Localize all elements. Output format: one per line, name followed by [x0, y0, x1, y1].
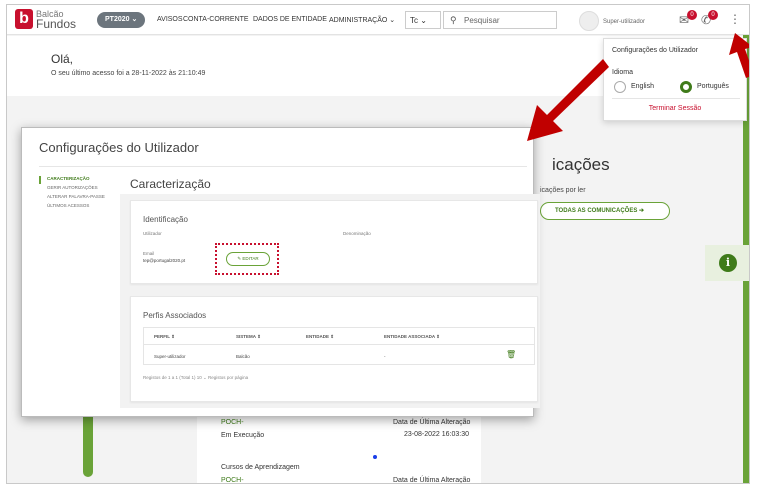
cell-sistema: Balcão: [236, 354, 250, 359]
edit-button[interactable]: ✎ EDITAR: [226, 252, 270, 266]
nav-avisos[interactable]: AVISOS: [157, 16, 183, 23]
nav-dados-entidade[interactable]: DADOS DE ENTIDADE: [253, 16, 327, 23]
card-row4-left[interactable]: POCH-: [221, 477, 244, 483]
card-row2-left: Em Execução: [221, 432, 265, 439]
radio-portugues[interactable]: [680, 81, 692, 93]
trash-icon[interactable]: 🗑: [506, 350, 516, 359]
logout-link[interactable]: Terminar Sessão: [604, 105, 746, 112]
settings-modal: Configurações do Utilizador CARACTERIZAÇ…: [21, 127, 540, 417]
communications-title: icações: [552, 155, 610, 174]
kebab-menu-icon[interactable]: ⋮: [729, 12, 741, 26]
table-footer: Registos de 1 a 1 (Total 1) 10 ⌄ Registo…: [143, 375, 249, 380]
cursor-dot: [373, 455, 377, 459]
last-access-text: O seu último acesso foi a 28-11-2022 às …: [51, 70, 206, 77]
search-icon: ⚲: [450, 15, 457, 25]
nav-conta-corrente[interactable]: CONTA-CORRENTE: [183, 16, 249, 23]
info-panel[interactable]: i: [705, 245, 749, 281]
top-navbar: b Balcão Fundos PT2020 ⌄ AVISOS CONTA-CO…: [7, 5, 749, 35]
logo[interactable]: b Balcão Fundos: [15, 9, 77, 31]
card-row4-right: Data de Última Alteração: [393, 477, 471, 484]
logo-line2: Fundos: [36, 17, 77, 31]
sidebar-item-autorizacoes[interactable]: GERIR AUTORIZAÇÕES: [47, 185, 98, 190]
perfis-card: Perfis Associados PERFIL ⇕ SISTEMA ⇕ ENT…: [130, 296, 538, 402]
language-label: Idioma: [612, 69, 634, 76]
perfis-table: PERFIL ⇕ SISTEMA ⇕ ENTIDADE ⇕ ENTIDADE A…: [143, 327, 535, 365]
cell-perfil: Super-utilizador: [154, 354, 186, 359]
dropdown-divider: [612, 98, 740, 99]
email-label: Email: [143, 251, 155, 256]
identificacao-card: Identificação Utilizador Denominação Ema…: [130, 200, 538, 284]
left-accent-bar: [83, 407, 93, 477]
mail-badge: 0: [687, 10, 697, 20]
user-name: Super-utilizador: [603, 19, 646, 25]
utilizador-label: Utilizador: [143, 231, 162, 236]
sidebar-item-ultimos-acessos[interactable]: ÚLTIMOS ACESSOS: [47, 203, 89, 208]
app-window: b Balcão Fundos PT2020 ⌄ AVISOS CONTA-CO…: [6, 4, 750, 484]
perfis-title: Perfis Associados: [143, 311, 207, 320]
sidebar-item-palavra-passe[interactable]: ALTERAR PALAVRA-PASSE: [47, 194, 105, 199]
section-heading: Caracterização: [130, 177, 211, 191]
modal-divider: [39, 166, 527, 167]
col-entidade-associada[interactable]: ENTIDADE ASSOCIADA ⇕: [384, 334, 440, 340]
col-perfil[interactable]: PERFIL ⇕: [154, 334, 175, 340]
radio-english-label: English: [631, 83, 654, 90]
identificacao-title: Identificação: [143, 215, 188, 224]
tc-select[interactable]: Tc ⌄: [405, 11, 441, 29]
red-arrow-down-left-icon: [527, 59, 609, 141]
all-communications-button[interactable]: TODAS AS COMUNICAÇÕES ➔: [540, 202, 670, 220]
sidebar-item-caracterizacao[interactable]: CARACTERIZAÇÃO: [47, 176, 90, 181]
denominacao-label: Denominação: [343, 231, 371, 236]
card-row1-left[interactable]: POCH-: [221, 419, 244, 426]
avatar[interactable]: [579, 11, 599, 31]
col-entidade[interactable]: ENTIDADE ⇕: [306, 334, 334, 340]
search-input[interactable]: ⚲ Pesquisar: [443, 11, 557, 29]
search-placeholder: Pesquisar: [464, 16, 500, 25]
col-sistema[interactable]: SISTEMA ⇕: [236, 334, 261, 340]
sidebar-active-marker: [39, 176, 41, 184]
radio-english[interactable]: [614, 81, 626, 93]
program-selector[interactable]: PT2020 ⌄: [97, 12, 146, 28]
nav-administracao[interactable]: ADMINISTRAÇÃO ⌄: [329, 16, 395, 24]
info-icon: i: [719, 254, 737, 272]
modal-title: Configurações do Utilizador: [39, 140, 199, 155]
cell-entidade-associada: -: [384, 354, 386, 359]
card-row2-right: 23-08-2022 16:03:30: [404, 431, 469, 438]
dropdown-title[interactable]: Configurações do Utilizador: [612, 47, 698, 54]
notification-badge: 0: [708, 10, 718, 20]
communications-sub: icações por ler: [540, 187, 586, 194]
operations-card: POCH- Data de Última Alteração Em Execuç…: [197, 415, 481, 484]
greeting-title: Olá,: [51, 52, 74, 66]
radio-portugues-label: Português: [697, 83, 729, 90]
card-row3-left: Cursos de Aprendizagem: [221, 464, 300, 471]
edit-highlight: ✎ EDITAR: [215, 243, 279, 275]
card-row1-right: Data de Última Alteração: [393, 419, 471, 426]
logo-mark: b: [15, 9, 33, 29]
red-arrow-up-icon: [729, 33, 749, 78]
email-value: tep@portugal2020.pt: [143, 258, 186, 263]
